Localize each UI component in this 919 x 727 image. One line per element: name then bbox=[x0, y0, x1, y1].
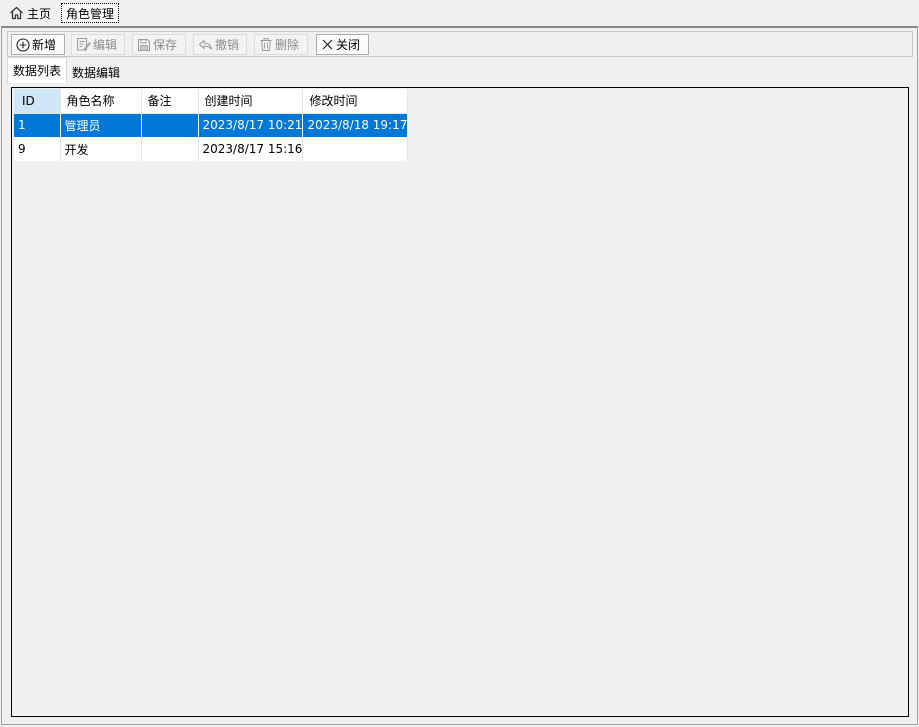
plus-circle-icon bbox=[16, 37, 30, 52]
close-button[interactable]: 关闭 bbox=[316, 34, 369, 55]
tab-data-edit[interactable]: 数据编辑 bbox=[67, 61, 125, 83]
page-tab-home-label: 主页 bbox=[27, 6, 52, 21]
tab-data-list[interactable]: 数据列表 bbox=[7, 57, 68, 83]
column-header-modified-time[interactable]: 修改时间 bbox=[302, 89, 409, 114]
cell-modified-time[interactable] bbox=[302, 137, 409, 161]
role-table: ID 角色名称 备注 创建时间 修改时间 1 管理员 2023/8/17 10:… bbox=[14, 89, 409, 161]
data-list-panel: ID 角色名称 备注 创建时间 修改时间 1 管理员 2023/8/17 10:… bbox=[11, 87, 909, 717]
undo-icon bbox=[198, 38, 213, 52]
table-row[interactable]: 1 管理员 2023/8/17 10:21 2023/8/18 19:17 bbox=[14, 113, 409, 137]
cell-id[interactable]: 9 bbox=[14, 137, 61, 161]
cell-id[interactable]: 1 bbox=[14, 113, 61, 137]
save-icon bbox=[137, 38, 151, 52]
undo-button[interactable]: 撤销 bbox=[193, 34, 247, 55]
close-button-label: 关闭 bbox=[336, 38, 361, 52]
column-header-role-name[interactable]: 角色名称 bbox=[60, 89, 142, 114]
cell-remark[interactable] bbox=[141, 113, 199, 137]
undo-button-label: 撤销 bbox=[215, 38, 240, 52]
column-header-remark[interactable]: 备注 bbox=[141, 89, 199, 114]
edit-icon bbox=[76, 37, 91, 52]
column-header-created-time[interactable]: 创建时间 bbox=[198, 89, 304, 114]
page-tab-active-label: 角色管理 bbox=[66, 6, 115, 21]
save-button[interactable]: 保存 bbox=[132, 34, 186, 55]
tab-data-edit-label: 数据编辑 bbox=[72, 65, 121, 80]
save-button-label: 保存 bbox=[153, 38, 178, 52]
cell-role-name[interactable]: 管理员 bbox=[60, 113, 142, 137]
cell-remark[interactable] bbox=[141, 137, 199, 161]
content-frame: 新增 编辑 保存 撤销 删除 关闭 数据列表 数据编辑 ID 角色名称 备注 创… bbox=[1, 26, 918, 725]
cell-created-time[interactable]: 2023/8/17 15:16 bbox=[198, 137, 304, 161]
home-icon bbox=[9, 6, 24, 20]
tab-data-list-label: 数据列表 bbox=[13, 64, 62, 78]
trash-icon bbox=[259, 37, 273, 52]
cell-role-name[interactable]: 开发 bbox=[60, 137, 142, 161]
cell-modified-time[interactable]: 2023/8/18 19:17 bbox=[302, 113, 409, 137]
edit-button[interactable]: 编辑 bbox=[71, 34, 125, 55]
table-row[interactable]: 9 开发 2023/8/17 15:16 bbox=[14, 137, 409, 161]
toolbar: 新增 编辑 保存 撤销 删除 关闭 bbox=[7, 31, 913, 57]
delete-button[interactable]: 删除 bbox=[254, 34, 308, 55]
delete-button-label: 删除 bbox=[275, 38, 300, 52]
page-tab-bar: 主页 角色管理 bbox=[0, 0, 919, 26]
cell-created-time[interactable]: 2023/8/17 10:21 bbox=[198, 113, 304, 137]
column-header-id[interactable]: ID bbox=[14, 89, 61, 114]
table-header-row: ID 角色名称 备注 创建时间 修改时间 bbox=[14, 89, 409, 114]
close-icon bbox=[321, 38, 334, 51]
add-button-label: 新增 bbox=[32, 38, 57, 52]
add-button[interactable]: 新增 bbox=[11, 34, 65, 55]
page-tab-home[interactable]: 主页 bbox=[5, 3, 55, 23]
page-tab-role-management[interactable]: 角色管理 bbox=[61, 3, 120, 23]
edit-button-label: 编辑 bbox=[93, 38, 118, 52]
